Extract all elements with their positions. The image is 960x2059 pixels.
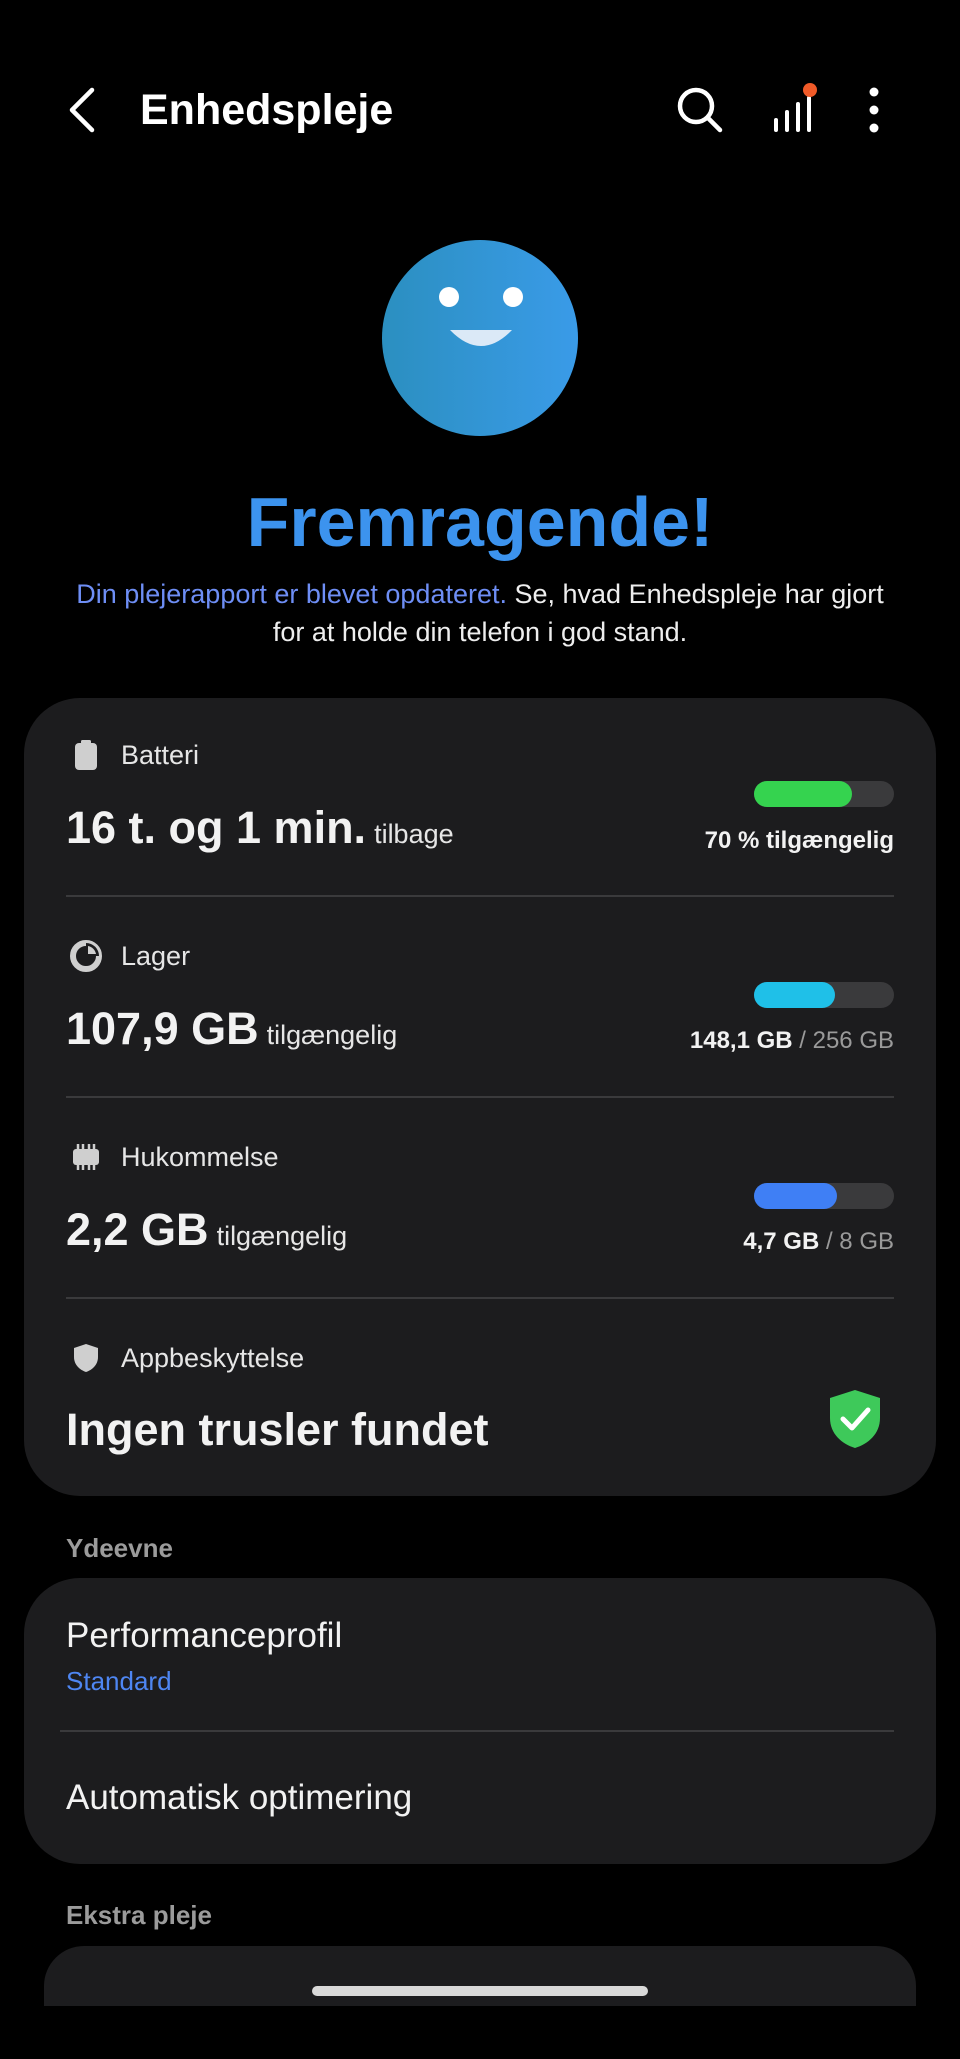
memory-usage: 4,7 GB / 8 GB — [743, 1226, 894, 1258]
app-protection-value: Ingen trusler fundet — [66, 1404, 489, 1455]
report-description: Din plejerapport er blevet opdateret. Se… — [60, 575, 900, 651]
back-icon[interactable] — [58, 82, 106, 138]
notification-dot — [803, 83, 817, 97]
storage-label: Lager — [121, 941, 191, 971]
auto-optimization-title: Automatisk optimering — [66, 1778, 413, 1817]
battery-time: 16 t. og 1 min. — [66, 802, 367, 853]
app-protection-row[interactable] — [24, 1300, 936, 1490]
page-title: Enhedspleje — [140, 86, 394, 134]
divider — [66, 895, 894, 897]
memory-total: / 8 GB — [819, 1228, 894, 1255]
report-link[interactable]: Din plejerapport er blevet opdateret. — [76, 579, 507, 609]
divider — [66, 1096, 894, 1098]
storage-usage: 148,1 GB / 256 GB — [690, 1025, 894, 1057]
battery-bar — [754, 781, 894, 807]
home-gesture-bar[interactable] — [312, 1986, 648, 1996]
storage-bar-fill — [754, 982, 836, 1008]
storage-total: / 256 GB — [792, 1027, 894, 1054]
battery-percent: 70 % tilgængelig — [704, 827, 894, 854]
divider — [66, 1297, 894, 1299]
storage-pie-icon — [70, 940, 102, 972]
memory-bar-fill — [754, 1183, 837, 1209]
shield-check-icon — [830, 1390, 880, 1448]
extra-care-section-title: Ekstra pleje — [66, 1900, 212, 1930]
performance-profile-title: Performanceprofil — [66, 1616, 343, 1655]
storage-value: 107,9 GB tilgængelig — [66, 1001, 397, 1063]
shield-icon — [74, 1344, 98, 1372]
storage-bar — [754, 982, 894, 1008]
battery-label: Batteri — [121, 740, 200, 770]
status-heading: Fremragende! — [246, 483, 714, 561]
memory-chip-icon — [73, 1144, 99, 1170]
performance-section-title: Ydeevne — [66, 1533, 173, 1563]
battery-suffix: tilbage — [374, 819, 454, 849]
battery-bar-fill — [754, 781, 852, 807]
memory-amount: 2,2 GB — [66, 1204, 209, 1255]
extra-care-card — [44, 1946, 916, 2006]
status-face-icon — [382, 240, 578, 436]
search-icon[interactable] — [672, 82, 728, 138]
performance-profile-value: Standard — [66, 1666, 172, 1696]
storage-suffix: tilgængelig — [266, 1020, 398, 1050]
stats-icon[interactable] — [766, 82, 822, 138]
memory-value: 2,2 GB tilgængelig — [66, 1202, 347, 1264]
memory-label: Hukommelse — [121, 1142, 279, 1172]
battery-icon — [75, 740, 97, 770]
battery-available: 70 % tilgængelig — [705, 825, 894, 857]
battery-value: 16 t. og 1 min. tilbage — [66, 800, 454, 862]
storage-used: 148,1 GB — [689, 1027, 793, 1054]
more-icon[interactable] — [852, 82, 896, 138]
memory-suffix: tilgængelig — [216, 1221, 348, 1251]
memory-bar — [754, 1183, 894, 1209]
storage-amount: 107,9 GB — [66, 1003, 259, 1054]
memory-used: 4,7 GB — [743, 1228, 820, 1255]
app-protection-label: Appbeskyttelse — [121, 1343, 305, 1373]
